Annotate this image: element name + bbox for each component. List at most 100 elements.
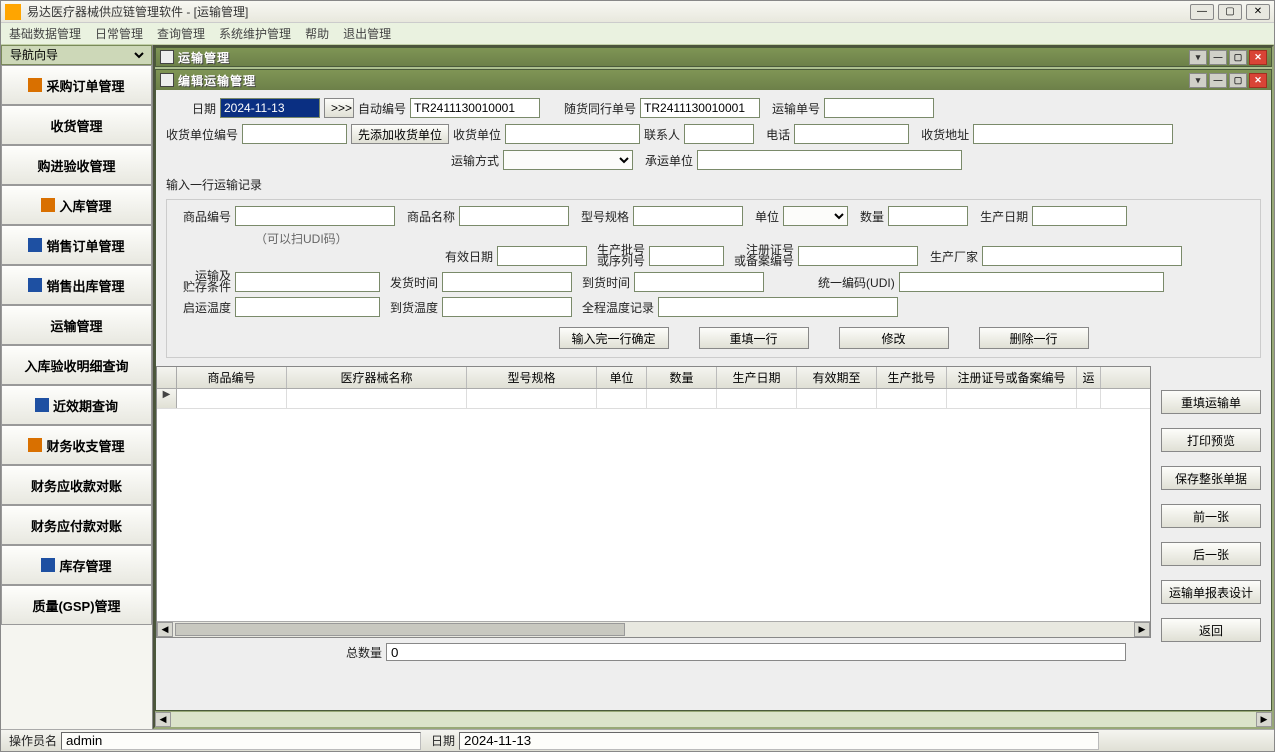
phone-input[interactable] [794, 124, 909, 144]
status-bar: 操作员名 日期 [1, 729, 1274, 751]
grid-row[interactable]: ▶ [157, 389, 1150, 409]
nav-sales-out[interactable]: 销售出库管理 [1, 265, 152, 305]
arrivetemp-input[interactable] [442, 297, 572, 317]
data-grid[interactable]: 商品编号 医疗器械名称 型号规格 单位 数量 生产日期 有效期至 生产批号 注册… [156, 366, 1151, 638]
menu-system[interactable]: 系统维护管理 [219, 25, 291, 42]
menu-exit[interactable]: 退出管理 [343, 25, 391, 42]
child-titlebar[interactable]: 编辑运输管理 ▾ — ▢ ✕ [156, 70, 1271, 90]
edit-line-button[interactable]: 修改 [839, 327, 949, 349]
date-input[interactable] [220, 98, 320, 118]
menu-query[interactable]: 查询管理 [157, 25, 205, 42]
reg-input[interactable] [798, 246, 918, 266]
expire-input[interactable] [497, 246, 587, 266]
transportno-input[interactable] [824, 98, 934, 118]
qty-input[interactable] [888, 206, 968, 226]
shiptime-input[interactable] [442, 272, 572, 292]
col-spec[interactable]: 型号规格 [467, 367, 597, 388]
total-qty-label: 总数量 [346, 644, 382, 661]
udicode-input[interactable] [899, 272, 1164, 292]
col-unit[interactable]: 单位 [597, 367, 647, 388]
accomp-input[interactable] [640, 98, 760, 118]
delete-line-button[interactable]: 删除一行 [979, 327, 1089, 349]
nav-payable[interactable]: 财务应付款对账 [1, 505, 152, 545]
grid-body[interactable]: ▶ [157, 389, 1150, 621]
save-doc-button[interactable]: 保存整张单据 [1161, 466, 1261, 490]
col-name[interactable]: 医疗器械名称 [287, 367, 467, 388]
proddate-input[interactable] [1032, 206, 1127, 226]
prodname-input[interactable] [459, 206, 569, 226]
scroll-right-icon[interactable]: ▶ [1134, 622, 1150, 637]
autono-input[interactable] [410, 98, 540, 118]
add-recv-unit-button[interactable]: 先添加收货单位 [351, 124, 449, 144]
scroll-left-icon[interactable]: ◀ [157, 622, 173, 637]
store-input[interactable] [235, 272, 380, 292]
child-close-button[interactable]: ✕ [1249, 73, 1267, 88]
carrier-input[interactable] [697, 150, 962, 170]
contact-input[interactable] [684, 124, 754, 144]
maker-input[interactable] [982, 246, 1182, 266]
spec-input[interactable] [633, 206, 743, 226]
refill-line-button[interactable]: 重填一行 [699, 327, 809, 349]
minimize-button[interactable]: — [1190, 4, 1214, 20]
trans-mode-select[interactable] [503, 150, 633, 170]
col-expire[interactable]: 有效期至 [797, 367, 877, 388]
bg-dropdown-button[interactable]: ▾ [1189, 50, 1207, 65]
mdi-hscroll[interactable]: ◀ ▶ [155, 711, 1272, 727]
nav-inspection[interactable]: 购进验收管理 [1, 145, 152, 185]
mdi-scroll-left-icon[interactable]: ◀ [155, 712, 171, 727]
starttemp-input[interactable] [235, 297, 380, 317]
bg-max-button[interactable]: ▢ [1229, 50, 1247, 65]
total-qty-input[interactable] [386, 643, 1126, 661]
grid-hscroll[interactable]: ◀ ▶ [157, 621, 1150, 637]
maximize-button[interactable]: ▢ [1218, 4, 1242, 20]
nav-instock[interactable]: 入库管理 [1, 185, 152, 225]
bg-min-button[interactable]: — [1209, 50, 1227, 65]
nav-finance[interactable]: 财务收支管理 [1, 425, 152, 465]
print-preview-button[interactable]: 打印预览 [1161, 428, 1261, 452]
nav-instock-detail[interactable]: 入库验收明细查询 [1, 345, 152, 385]
prodno-input[interactable] [235, 206, 395, 226]
menu-help[interactable]: 帮助 [305, 25, 329, 42]
col-reg[interactable]: 注册证号或备案编号 [947, 367, 1077, 388]
child-dropdown-button[interactable]: ▾ [1189, 73, 1207, 88]
prev-doc-button[interactable]: 前一张 [1161, 504, 1261, 528]
confirm-line-button[interactable]: 输入完一行确定 [559, 327, 669, 349]
mdi-scroll-right-icon[interactable]: ▶ [1256, 712, 1272, 727]
recv-unit-no-input[interactable] [242, 124, 347, 144]
nav-receivable[interactable]: 财务应收款对账 [1, 465, 152, 505]
col-batch[interactable]: 生产批号 [877, 367, 947, 388]
templog-input[interactable] [658, 297, 898, 317]
return-button[interactable]: 返回 [1161, 618, 1261, 642]
unit-select[interactable] [783, 206, 848, 226]
col-proddate[interactable]: 生产日期 [717, 367, 797, 388]
batch-input[interactable] [649, 246, 724, 266]
close-button[interactable]: ✕ [1246, 4, 1270, 20]
arrivetime-input[interactable] [634, 272, 764, 292]
child-max-button[interactable]: ▢ [1229, 73, 1247, 88]
nav-sales-order[interactable]: 销售订单管理 [1, 225, 152, 265]
autono-label: 自动编号 [358, 100, 406, 117]
col-qty[interactable]: 数量 [647, 367, 717, 388]
child-bg-titlebar[interactable]: 运输管理 ▾ — ▢ ✕ [156, 48, 1271, 66]
refill-transport-button[interactable]: 重填运输单 [1161, 390, 1261, 414]
nav-inventory[interactable]: 库存管理 [1, 545, 152, 585]
recv-unit-input[interactable] [505, 124, 640, 144]
nav-transport[interactable]: 运输管理 [1, 305, 152, 345]
nav-expiry-query[interactable]: 近效期查询 [1, 385, 152, 425]
menu-basic-data[interactable]: 基础数据管理 [9, 25, 81, 42]
col-more[interactable]: 运 [1077, 367, 1101, 388]
next-doc-button[interactable]: 后一张 [1161, 542, 1261, 566]
nav-guide-select[interactable]: 导航向导 [6, 47, 147, 63]
scroll-thumb[interactable] [175, 623, 625, 636]
col-prodno[interactable]: 商品编号 [177, 367, 287, 388]
nav-receive[interactable]: 收货管理 [1, 105, 152, 145]
recv-addr-input[interactable] [973, 124, 1173, 144]
bg-close-button[interactable]: ✕ [1249, 50, 1267, 65]
menu-daily[interactable]: 日常管理 [95, 25, 143, 42]
report-design-button[interactable]: 运输单报表设计 [1161, 580, 1261, 604]
in-icon [41, 198, 55, 212]
child-min-button[interactable]: — [1209, 73, 1227, 88]
nav-purchase-order[interactable]: 采购订单管理 [1, 65, 152, 105]
nav-gsp[interactable]: 质量(GSP)管理 [1, 585, 152, 625]
date-more-button[interactable]: >>> [324, 98, 354, 118]
